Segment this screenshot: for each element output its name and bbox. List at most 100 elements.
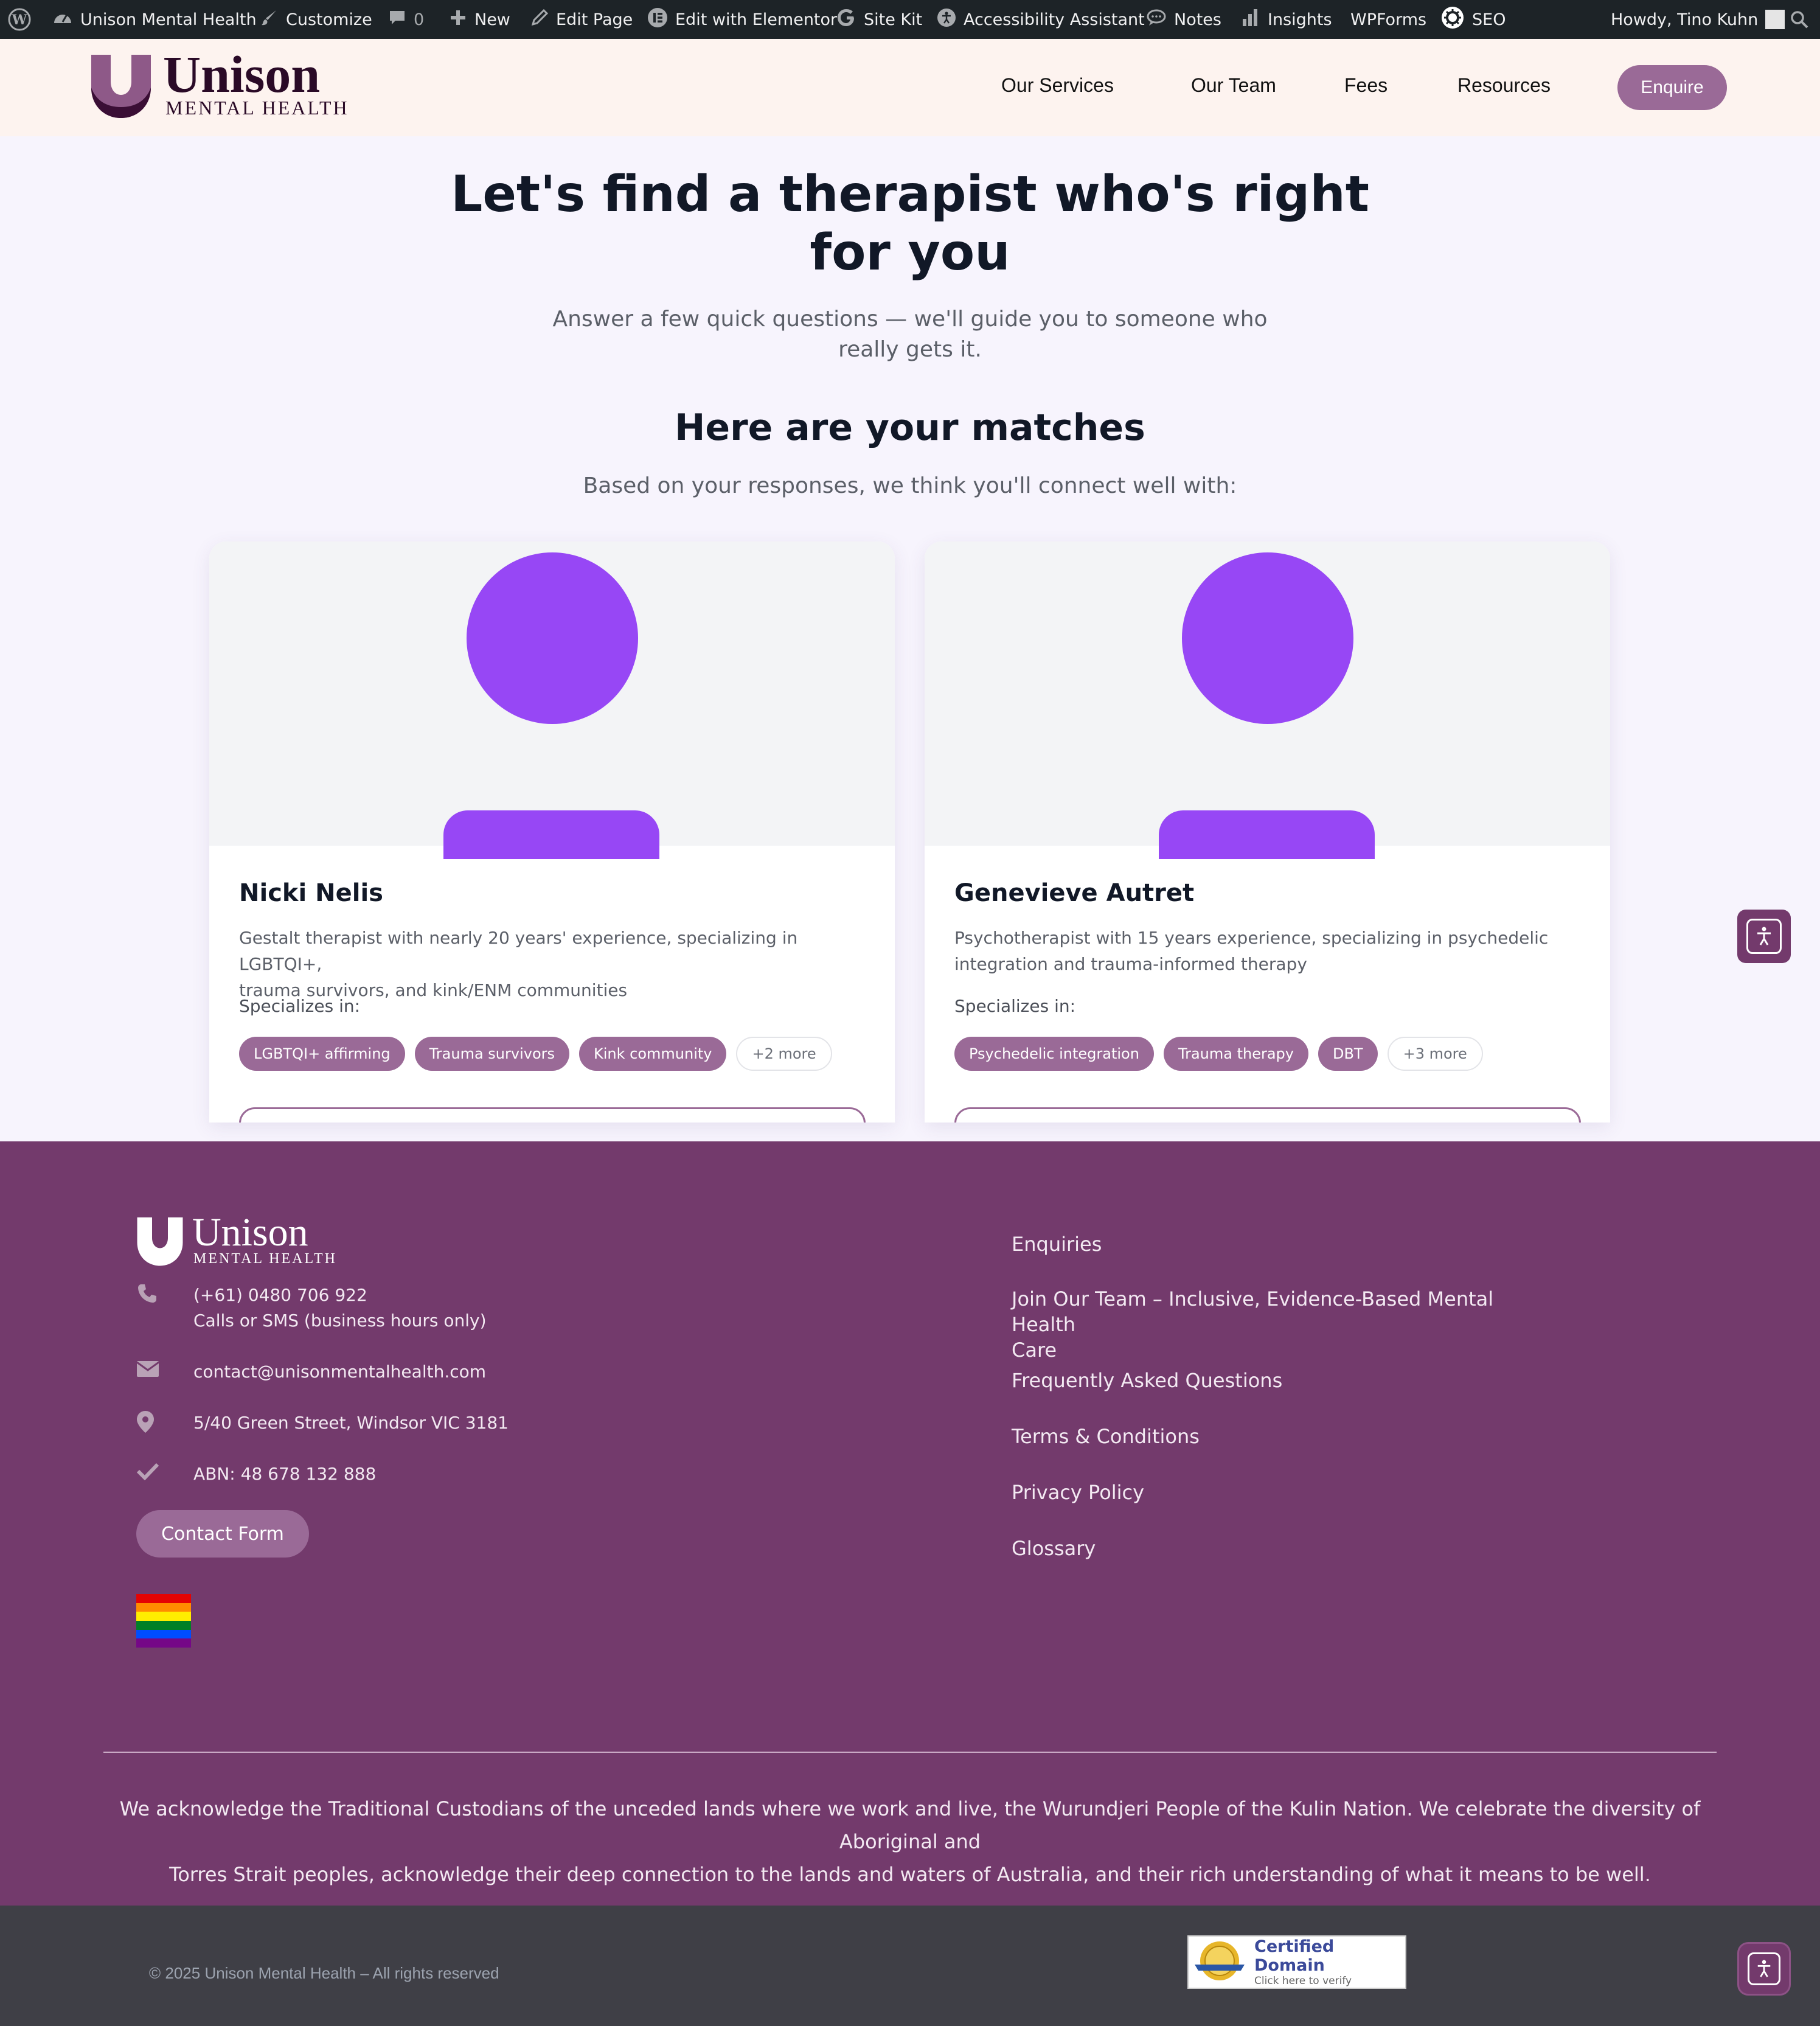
accessibility-icon (1748, 1952, 1780, 1985)
footer-link-join-team[interactable]: Join Our Team – Inclusive, Evidence-Base… (1012, 1286, 1559, 1363)
admin-wpforms[interactable]: WPForms (1350, 0, 1426, 39)
bottom-bar: © 2025 Unison Mental Health – All rights… (0, 1906, 1820, 2026)
abn-text: ABN: 48 678 132 888 (193, 1464, 377, 1484)
footer-abn: ABN: 48 678 132 888 (136, 1461, 376, 1487)
seal-icon (1192, 1938, 1247, 1986)
therapist-name: Genevieve Autret (954, 879, 1195, 907)
footer-email: contact@unisonmentalhealth.com (136, 1359, 486, 1385)
footer-link-enquiries[interactable]: Enquiries (1012, 1231, 1559, 1257)
nav-our-team[interactable]: Our Team (1191, 74, 1276, 97)
wordpress-icon[interactable]: W (7, 0, 32, 39)
copyright-text: © 2025 Unison Mental Health – All rights… (149, 1964, 499, 1982)
specializes-label: Specializes in: (954, 996, 1076, 1016)
therapist-photo-placeholder (925, 541, 1610, 859)
site-logo[interactable]: Unison MENTAL HEALTH (90, 45, 349, 119)
therapist-card[interactable]: Nicki Nelis Gestalt therapist with nearl… (209, 541, 895, 1123)
admin-site-kit[interactable]: Site Kit (837, 0, 922, 39)
therapist-name: Nicki Nelis (239, 879, 383, 907)
contact-form-button[interactable]: Contact Form (136, 1510, 309, 1558)
footer-link-faq[interactable]: Frequently Asked Questions (1012, 1368, 1559, 1393)
certified-domain-badge[interactable]: Certified Domain Click here to verify (1187, 1935, 1406, 1989)
more-tags-button[interactable]: +2 more (736, 1037, 832, 1071)
more-tags-button[interactable]: +3 more (1387, 1037, 1483, 1071)
matches-subheading: Based on your responses, we think you'll… (583, 473, 1237, 498)
admin-accessibility[interactable]: Accessibility Assistant (937, 0, 1145, 39)
phone-note: Calls or SMS (business hours only) (193, 1311, 487, 1331)
footer-link-terms[interactable]: Terms & Conditions (1012, 1424, 1559, 1449)
logo-wordmark: Unison (192, 1210, 308, 1255)
nav-our-services[interactable]: Our Services (1001, 74, 1114, 97)
brush-icon (260, 9, 279, 31)
insights-icon (1241, 8, 1260, 32)
nav-resources[interactable]: Resources (1457, 74, 1551, 97)
admin-seo[interactable]: SEO (1440, 0, 1506, 39)
email-link[interactable]: contact@unisonmentalhealth.com (193, 1359, 486, 1385)
admin-edit-page[interactable]: Edit Page (530, 0, 633, 39)
page-subtitle: Answer a few quick questions — we'll gui… (552, 307, 1268, 362)
page-title: Let's find a therapist who's right for y… (451, 165, 1369, 282)
avatar-shoulders (443, 810, 659, 859)
logo-mark-icon (137, 1217, 183, 1266)
phone-number[interactable]: (+61) 0480 706 922 (193, 1283, 487, 1308)
acknowledgement-of-country: We acknowledge the Traditional Custodian… (119, 1797, 1701, 1886)
seo-icon (1440, 5, 1465, 34)
specialty-tags: Psychedelic integration Trauma therapy D… (954, 1037, 1483, 1071)
avatar-head (1182, 552, 1353, 724)
accessibility-icon (1746, 919, 1782, 954)
check-icon (136, 1461, 193, 1486)
footer-address: 5/40 Green Street, Windsor VIC 3181 (136, 1410, 509, 1439)
accessibility-widget-button[interactable] (1737, 1942, 1791, 1996)
footer-link-privacy[interactable]: Privacy Policy (1012, 1480, 1559, 1505)
comment-icon (388, 9, 406, 31)
specialty-tag: LGBTQI+ affirming (239, 1037, 405, 1071)
view-profile-button[interactable] (239, 1107, 866, 1123)
address-text: 5/40 Green Street, Windsor VIC 3181 (193, 1413, 509, 1433)
admin-notes[interactable]: Notes (1146, 0, 1221, 39)
admin-new[interactable]: New (449, 0, 510, 39)
admin-customize[interactable]: Customize (260, 0, 372, 39)
pride-flag-icon (136, 1594, 191, 1648)
envelope-icon (136, 1359, 193, 1384)
avatar-head (467, 552, 638, 724)
specialty-tags: LGBTQI+ affirming Trauma survivors Kink … (239, 1037, 832, 1071)
google-icon (837, 8, 856, 32)
therapist-card[interactable]: Genevieve Autret Psychotherapist with 15… (925, 541, 1610, 1123)
matches-heading: Here are your matches (675, 406, 1145, 449)
specializes-label: Specializes in: (239, 996, 361, 1016)
therapist-description: Gestalt therapist with nearly 20 years' … (239, 928, 798, 1000)
enquire-button[interactable]: Enquire (1617, 65, 1727, 110)
admin-edit-elementor[interactable]: Edit with Elementor (647, 0, 837, 39)
dashboard-icon (52, 9, 73, 31)
logo-wordmark: Unison (163, 45, 321, 103)
accessibility-widget-button[interactable] (1737, 910, 1791, 963)
view-profile-button[interactable] (954, 1107, 1581, 1123)
admin-account[interactable]: Howdy, Tino Kuhn (1611, 0, 1785, 39)
admin-site-name[interactable]: Unison Mental Health (52, 0, 257, 39)
logo-tagline: MENTAL HEALTH (193, 1251, 337, 1267)
avatar (1765, 10, 1785, 29)
wp-admin-bar: W Unison Mental Health Customize 0 New E… (0, 0, 1820, 39)
admin-comments[interactable]: 0 (388, 0, 424, 39)
therapist-description: Psychotherapist with 15 years experience… (954, 928, 1549, 974)
map-pin-icon (136, 1410, 193, 1439)
footer-phone: (+61) 0480 706 922 Calls or SMS (busines… (136, 1283, 487, 1334)
accessibility-icon (937, 8, 956, 32)
specialty-tag: Trauma survivors (414, 1037, 569, 1071)
footer-logo[interactable]: Unison MENTAL HEALTH (136, 1210, 337, 1267)
specialty-tag: Kink community (579, 1037, 727, 1071)
plus-icon (449, 9, 467, 31)
avatar-shoulders (1159, 810, 1375, 859)
cert-subtitle: Click here to verify (1254, 1975, 1352, 1987)
therapist-photo-placeholder (209, 541, 895, 859)
pencil-icon (530, 9, 549, 31)
specialty-tag: Trauma therapy (1163, 1037, 1308, 1071)
specialty-tag: DBT (1318, 1037, 1378, 1071)
nav-fees[interactable]: Fees (1344, 74, 1388, 97)
search-icon[interactable] (1790, 0, 1809, 39)
phone-icon (136, 1283, 193, 1310)
footer-link-glossary[interactable]: Glossary (1012, 1536, 1559, 1561)
admin-insights[interactable]: Insights (1241, 0, 1332, 39)
logo-tagline: MENTAL HEALTH (165, 97, 349, 119)
cert-title: Certified Domain (1254, 1937, 1335, 1975)
specialty-tag: Psychedelic integration (954, 1037, 1154, 1071)
